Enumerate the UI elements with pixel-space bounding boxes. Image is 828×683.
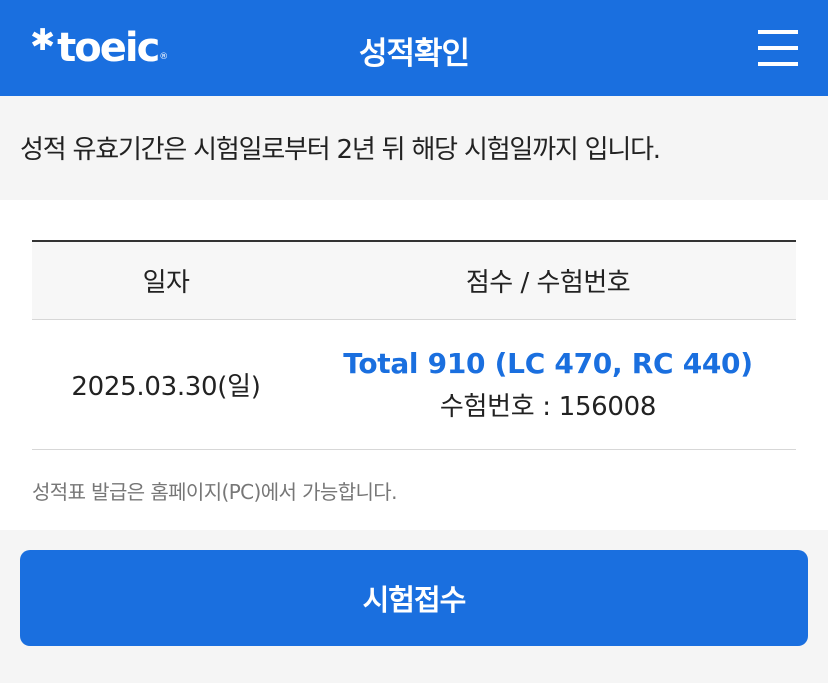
page-title: 성적확인 (358, 36, 470, 72)
table-header: 일자 점수 / 수험번호 (32, 242, 796, 320)
column-header-score: 점수 / 수험번호 (465, 268, 631, 298)
menu-bar (758, 62, 798, 66)
exam-date: 2025.03.30(일) (71, 372, 261, 402)
score-table: 일자 점수 / 수험번호 2025.03.30(일) Total 910 (LC… (32, 240, 796, 450)
exam-number: 수험번호 : 156008 (439, 391, 657, 422)
menu-bar (758, 30, 798, 34)
column-header-date: 일자 (142, 268, 190, 298)
menu-bar (758, 46, 798, 50)
exam-apply-button[interactable]: 시험접수 (20, 550, 808, 646)
score-cell: Total 910 (LC 470, RC 440) 수험번호 : 156008 (300, 347, 796, 423)
score-card: 일자 점수 / 수험번호 2025.03.30(일) Total 910 (LC… (0, 200, 828, 530)
app-header: ✱ toeic ® 성적확인 (0, 0, 828, 96)
hamburger-menu-icon[interactable] (756, 28, 800, 68)
total-score: Total 910 (LC 470, RC 440) (343, 346, 753, 380)
validity-notice: 성적 유효기간은 시험일로부터 2년 뒤 해당 시험일까지 입니다. (0, 96, 828, 200)
table-row: 2025.03.30(일) Total 910 (LC 470, RC 440)… (32, 320, 796, 450)
certificate-footnote: 성적표 발급은 홈페이지(PC)에서 가능합니다. (32, 480, 397, 504)
validity-notice-text: 성적 유효기간은 시험일로부터 2년 뒤 해당 시험일까지 입니다. (20, 135, 661, 165)
